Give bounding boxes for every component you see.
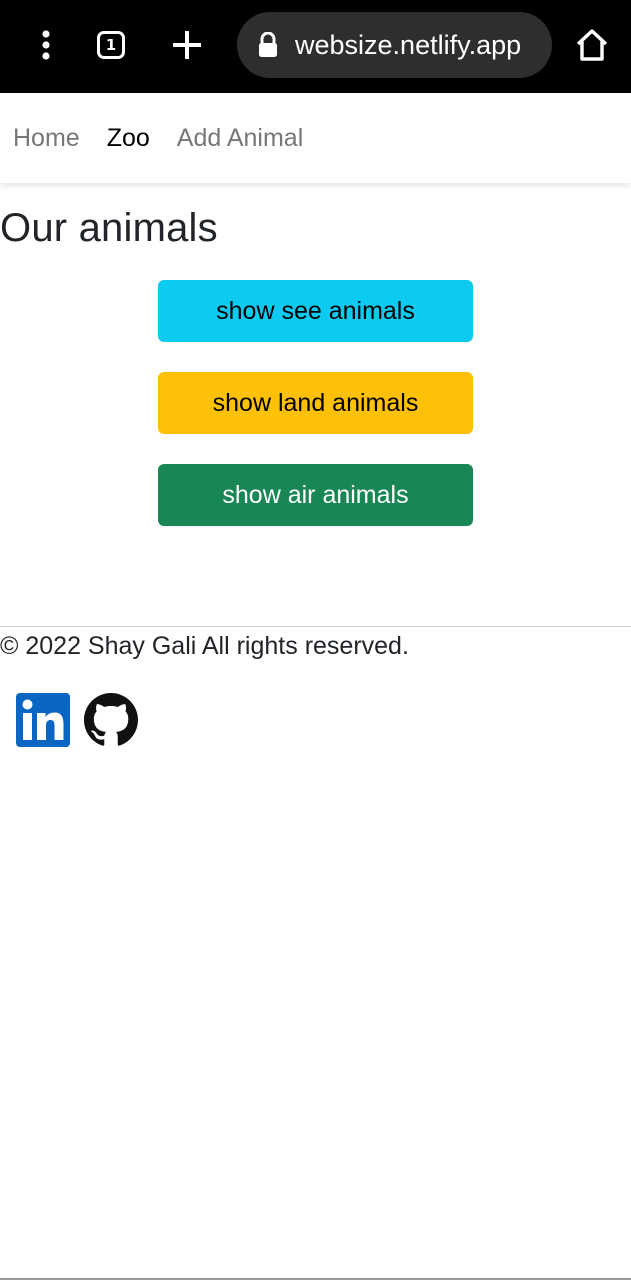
linkedin-icon	[16, 693, 70, 747]
more-vertical-icon	[42, 30, 50, 60]
show-air-animals-button[interactable]: show air animals	[158, 464, 473, 526]
lock-icon	[257, 31, 281, 59]
show-see-animals-button[interactable]: show see animals	[158, 280, 473, 342]
site-navbar: Home Zoo Add Animal	[0, 93, 631, 183]
browser-menu-button[interactable]	[28, 22, 64, 68]
nav-link-home[interactable]: Home	[13, 124, 80, 153]
copyright-text: © 2022 Shay Gali All rights reserved.	[0, 632, 409, 660]
tab-count: 1	[97, 31, 125, 59]
plus-icon	[173, 31, 201, 59]
browser-home-button[interactable]	[570, 22, 614, 68]
browser-toolbar: 1 websize.netlify.app	[0, 0, 631, 93]
github-icon	[84, 693, 138, 746]
github-link[interactable]	[84, 693, 138, 747]
linkedin-link[interactable]	[16, 693, 70, 747]
home-icon	[576, 29, 608, 61]
nav-link-zoo[interactable]: Zoo	[107, 124, 150, 153]
url-text: websize.netlify.app	[295, 29, 522, 60]
address-bar[interactable]: websize.netlify.app	[237, 12, 552, 78]
tab-switcher-button[interactable]: 1	[90, 24, 132, 66]
show-land-animals-button[interactable]: show land animals	[158, 372, 473, 434]
new-tab-button[interactable]	[166, 24, 208, 66]
nav-link-add-animal[interactable]: Add Animal	[177, 124, 303, 153]
page-title: Our animals	[0, 206, 218, 250]
footer-divider	[0, 626, 631, 627]
